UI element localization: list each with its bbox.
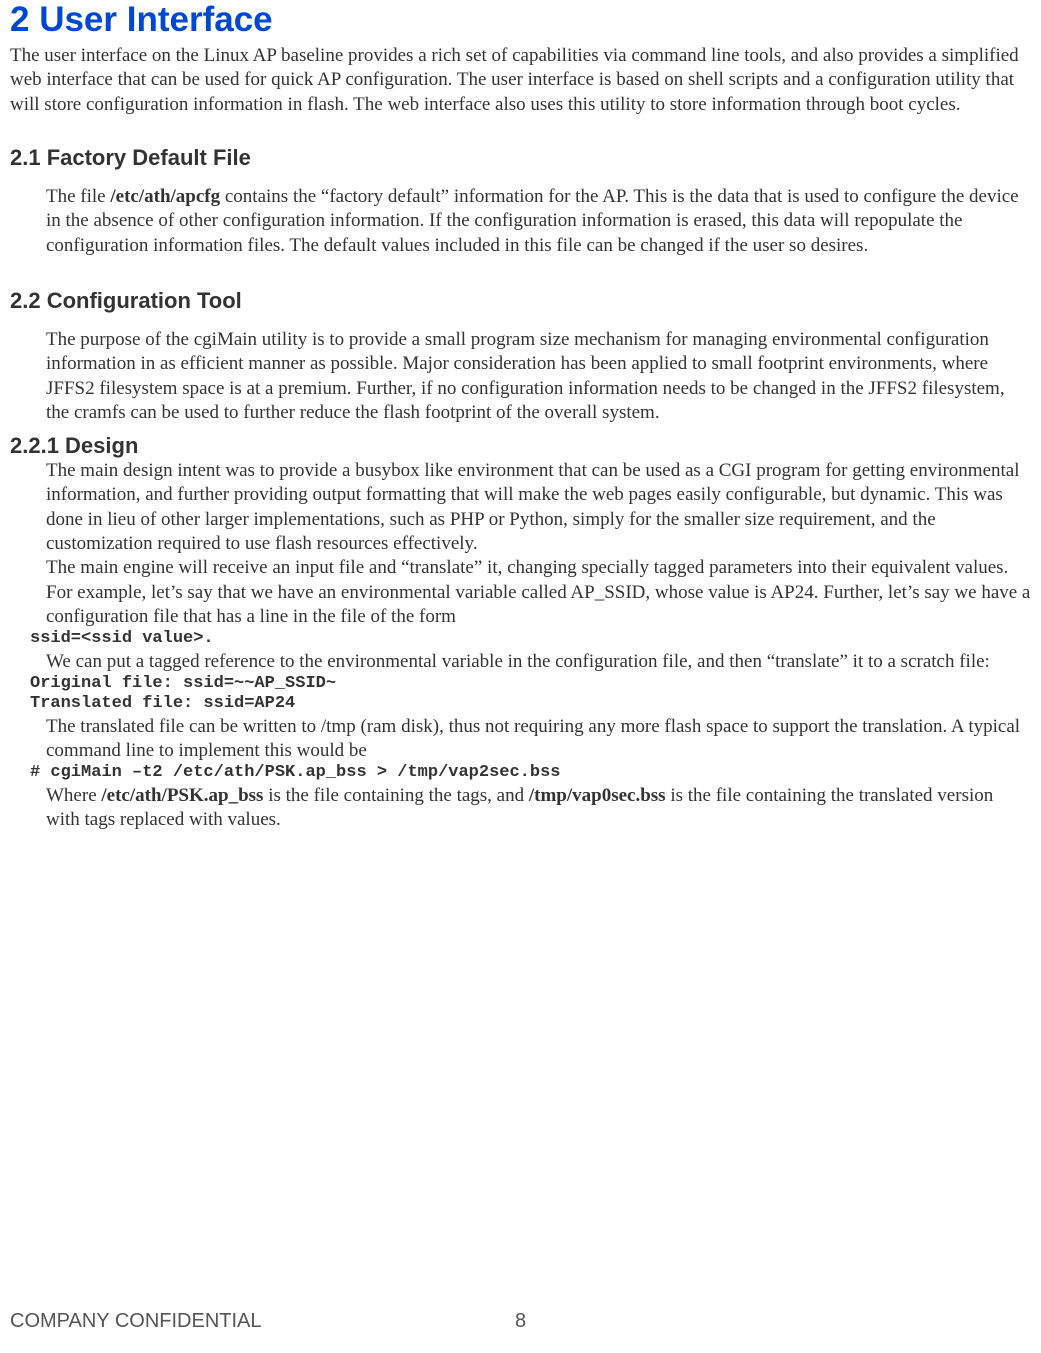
intro-paragraph: The user interface on the Linux AP basel… (10, 44, 1035, 117)
file-path: /etc/ath/apcfg (110, 186, 220, 207)
page-title: 2 User Interface (10, 0, 1035, 40)
section-2-1-heading: 2.1 Factory Default File (10, 145, 1035, 171)
design-paragraph-2: The main engine will receive an input fi… (46, 556, 1031, 629)
file-path: /tmp/vap0sec.bss (529, 785, 666, 806)
section-2-2-1-heading: 2.2.1 Design (10, 433, 1035, 459)
code-block-2: Original file: ssid=~~AP_SSID~ Translate… (30, 674, 1035, 715)
section-2-2-intro: The purpose of the cgiMain utility is to… (46, 328, 1031, 425)
footer-page-number: 8 (0, 1310, 1041, 1333)
text: Where (46, 785, 101, 806)
section-2-1-paragraph: The file /etc/ath/apcfg contains the “fa… (46, 185, 1031, 258)
design-paragraph-3: We can put a tagged reference to the env… (46, 650, 1031, 674)
code-block-3: # cgiMain –t2 /etc/ath/PSK.ap_bss > /tmp… (30, 763, 1035, 783)
file-path: /etc/ath/PSK.ap_bss (101, 785, 263, 806)
code-block-1: ssid=<ssid value>. (30, 629, 1035, 649)
design-paragraph-1: The main design intent was to provide a … (46, 459, 1031, 556)
design-paragraph-4: The translated file can be written to /t… (46, 715, 1031, 764)
text: The file (46, 186, 110, 207)
text: is the file containing the tags, and (263, 785, 528, 806)
design-paragraph-5: Where /etc/ath/PSK.ap_bss is the file co… (46, 784, 1031, 833)
section-2-2-heading: 2.2 Configuration Tool (10, 288, 1035, 314)
